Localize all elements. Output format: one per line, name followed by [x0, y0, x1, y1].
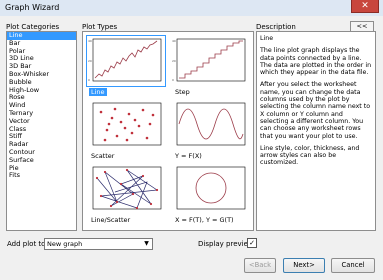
plot-type-scatter[interactable]: Scatter — [87, 100, 165, 160]
close-button[interactable]: ✕ — [351, 0, 379, 13]
svg-text:0: 0 — [88, 78, 90, 82]
next-button[interactable]: Next> — [283, 258, 325, 273]
svg-text:20: 20 — [172, 59, 176, 63]
display-preview-label: Display preview — [198, 240, 254, 248]
window-title: Graph Wizard — [5, 3, 60, 12]
plot-type-line-scatter-label: Line/Scatter — [91, 216, 131, 224]
plot-categories-list[interactable]: Line Bar Polar 3D Line 3D Bar Box-Whiske… — [6, 31, 77, 231]
description-paragraph: After you select the worksheet name, you… — [260, 81, 371, 140]
plot-type-line[interactable]: 40 20 0 Line — [86, 35, 166, 96]
parametric-plot-thumbnail-icon — [176, 166, 246, 210]
plot-type-y-fx-label: Y = F(X) — [175, 152, 202, 160]
display-preview-checkbox[interactable]: ✓ — [247, 238, 257, 248]
line-plot-thumbnail-icon: 40 20 0 — [88, 38, 162, 82]
plot-type-step-label: Step — [175, 88, 190, 96]
add-plot-dropdown[interactable]: New graph ▼ — [44, 238, 153, 250]
title-bar: Graph Wizard ✕ — [0, 0, 383, 16]
description-paragraph: Line style, color, thickness, and arrow … — [260, 144, 360, 167]
line-scatter-plot-thumbnail-icon — [92, 166, 162, 210]
plot-type-parametric[interactable]: X = F(T), Y = G(T) — [171, 164, 249, 224]
plot-type-step[interactable]: 40 20 0 Step — [171, 36, 249, 96]
back-button[interactable]: <Back — [244, 258, 276, 273]
description-label: Description — [256, 23, 296, 31]
graph-wizard-dialog: Graph Wizard ✕ Plot Categories Plot Type… — [0, 0, 383, 280]
plot-types-panel: 40 20 0 Line 40 20 0 Step Scatter Y = F(… — [82, 31, 254, 231]
plot-categories-label: Plot Categories — [6, 23, 60, 31]
plot-type-line-label: Line — [89, 88, 107, 96]
svg-text:40: 40 — [172, 39, 176, 43]
category-item-fits[interactable]: Fits — [7, 172, 76, 180]
plot-type-line-scatter[interactable]: Line/Scatter — [87, 164, 165, 224]
chevron-down-icon: ▼ — [144, 240, 149, 247]
cancel-button[interactable]: Cancel — [331, 258, 375, 273]
step-plot-thumbnail-icon: 40 20 0 — [172, 38, 246, 82]
plot-type-y-fx[interactable]: Y = F(X) — [171, 100, 249, 160]
plot-type-parametric-label: X = F(T), Y = G(T) — [175, 216, 234, 224]
svg-text:0: 0 — [172, 78, 174, 82]
description-heading: Line — [260, 35, 274, 42]
scatter-plot-thumbnail-icon — [92, 102, 162, 146]
svg-text:40: 40 — [88, 39, 92, 43]
add-plot-value: New graph — [47, 240, 83, 248]
function-plot-thumbnail-icon — [176, 102, 246, 146]
description-paragraph: The line plot graph displays the data po… — [260, 47, 372, 77]
add-plot-label: Add plot to: — [7, 240, 48, 248]
plot-type-scatter-label: Scatter — [91, 152, 115, 160]
plot-types-label: Plot Types — [82, 23, 118, 31]
description-panel: Line The line plot graph displays the da… — [256, 31, 376, 231]
svg-text:20: 20 — [88, 59, 92, 63]
